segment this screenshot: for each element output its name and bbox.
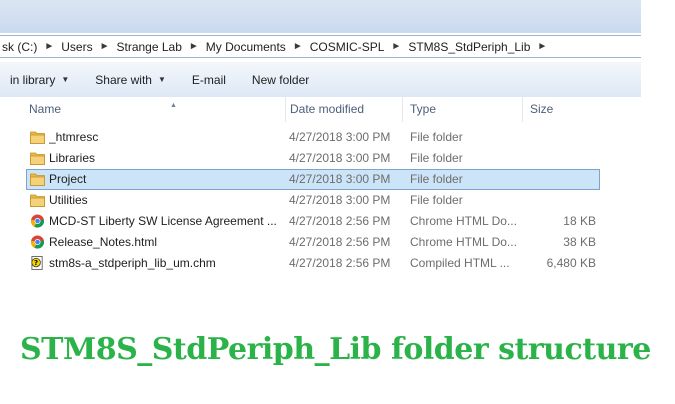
include-in-library-label: in library (10, 72, 56, 87)
file-type: Compiled HTML ... (410, 256, 510, 270)
sort-ascending-icon: ▲ (170, 102, 177, 109)
chevron-right-icon[interactable]: ► (41, 41, 59, 52)
command-toolbar: in library ▼ Share with ▼ E-mail New fol… (0, 62, 641, 98)
column-date-label: Date modified (290, 102, 365, 116)
folder-icon (30, 194, 45, 207)
new-folder-label: New folder (251, 72, 310, 87)
address-bar[interactable]: sk (C:) ► Users ► Strange Lab ► My Docum… (0, 35, 641, 58)
email-label: E-mail (191, 72, 226, 87)
column-header-date[interactable]: Date modified (283, 97, 403, 122)
chevron-down-icon: ▼ (61, 75, 70, 84)
file-row[interactable]: MCD-ST Liberty SW License Agreement ... … (26, 211, 600, 232)
chrome-icon (30, 235, 44, 249)
file-date: 4/27/2018 3:00 PM (289, 193, 391, 207)
file-date: 4/27/2018 3:00 PM (289, 130, 391, 144)
folder-icon (30, 152, 45, 165)
file-type: Chrome HTML Do... (410, 235, 517, 249)
help-file-icon: ? (31, 256, 43, 270)
breadcrumb-strange-lab[interactable]: Strange Lab (114, 40, 185, 54)
file-type: File folder (410, 193, 463, 207)
file-date: 4/27/2018 3:00 PM (289, 172, 391, 186)
file-row[interactable]: Release_Notes.html 4/27/2018 2:56 PM Chr… (26, 232, 600, 253)
file-date: 4/27/2018 2:56 PM (289, 235, 391, 249)
chevron-right-icon[interactable]: ► (186, 41, 204, 52)
breadcrumb-cosmic-spl[interactable]: COSMIC-SPL (308, 40, 389, 54)
file-size: 18 KB (563, 214, 596, 228)
file-date: 4/27/2018 2:56 PM (289, 214, 391, 228)
column-type-label: Type (410, 102, 437, 116)
file-name: Utilities (49, 193, 88, 207)
svg-text:?: ? (34, 259, 38, 267)
include-in-library-button[interactable]: in library ▼ (10, 73, 69, 87)
file-name: _htmresc (49, 130, 99, 144)
breadcrumb-users[interactable]: Users (59, 40, 96, 54)
share-with-button[interactable]: Share with ▼ (95, 73, 166, 87)
email-button[interactable]: E-mail (192, 73, 226, 87)
file-type: File folder (410, 130, 463, 144)
chevron-right-icon[interactable]: ► (97, 41, 115, 52)
file-row[interactable]: _htmresc 4/27/2018 3:00 PM File folder (26, 127, 600, 148)
window-title-bar (0, 0, 641, 33)
caption-title: STM8S_StdPeriph_Lib folder structure (20, 332, 651, 367)
column-header-name[interactable]: Name ▲ (22, 97, 286, 122)
file-row[interactable]: Libraries 4/27/2018 3:00 PM File folder (26, 148, 600, 169)
file-name: stm8s-a_stdperiph_lib_um.chm (49, 256, 216, 270)
file-date: 4/27/2018 3:00 PM (289, 151, 391, 165)
file-type: Chrome HTML Do... (410, 214, 517, 228)
column-name-label: Name (29, 102, 62, 116)
breadcrumb-my-documents[interactable]: My Documents (204, 40, 290, 54)
column-header-size[interactable]: Size (523, 97, 623, 122)
file-size: 38 KB (563, 235, 596, 249)
breadcrumb-drive[interactable]: sk (C:) (0, 40, 41, 54)
new-folder-button[interactable]: New folder (252, 73, 309, 87)
folder-icon (30, 131, 45, 144)
file-date: 4/27/2018 2:56 PM (289, 256, 391, 270)
file-name: MCD-ST Liberty SW License Agreement ... (49, 214, 277, 228)
chrome-icon (30, 214, 44, 228)
breadcrumb-stm8s-stdperiph-lib[interactable]: STM8S_StdPeriph_Lib (406, 40, 534, 54)
file-type: File folder (410, 151, 463, 165)
share-with-label: Share with (95, 72, 152, 87)
chevron-right-icon[interactable]: ► (290, 41, 308, 52)
column-header-type[interactable]: Type (403, 97, 523, 122)
folder-icon (30, 173, 45, 186)
file-type: File folder (410, 172, 463, 186)
file-row-selected[interactable]: Project 4/27/2018 3:00 PM File folder (26, 169, 600, 190)
column-size-label: Size (530, 102, 554, 116)
file-name: Release_Notes.html (49, 235, 158, 249)
file-size: 6,480 KB (546, 256, 596, 270)
file-row[interactable]: ? stm8s-a_stdperiph_lib_um.chm 4/27/2018… (26, 253, 600, 274)
file-row[interactable]: Utilities 4/27/2018 3:00 PM File folder (26, 190, 600, 211)
column-header-row: Name ▲ Date modified Type Size (0, 97, 641, 122)
chevron-right-icon[interactable]: ► (534, 41, 552, 52)
file-name: Libraries (49, 151, 96, 165)
file-name: Project (49, 172, 87, 186)
chevron-down-icon: ▼ (157, 75, 166, 84)
chevron-right-icon[interactable]: ► (388, 41, 406, 52)
